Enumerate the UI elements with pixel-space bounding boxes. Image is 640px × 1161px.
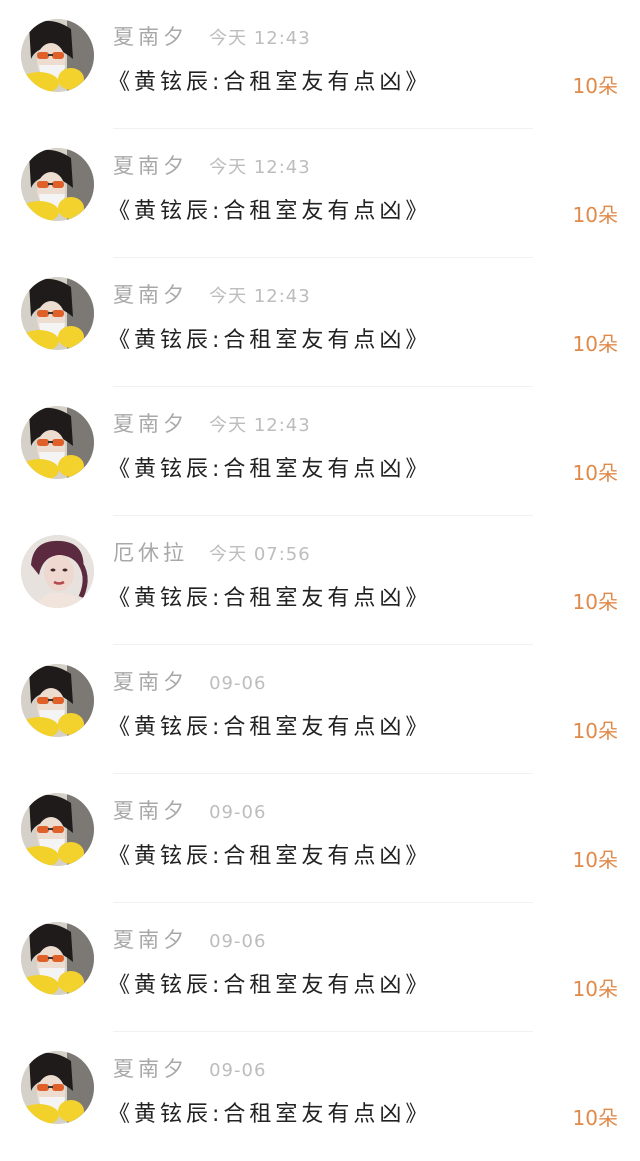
username[interactable]: 夏南夕 [113, 21, 188, 51]
avatar[interactable] [21, 19, 94, 92]
comment-meta: 夏南夕 09-06 [113, 1053, 266, 1083]
comment-list: 夏南夕 今天 12:43 《黄铉辰:合租室友有点凶》 10朵 夏南夕 今天 12… [0, 0, 640, 1149]
woman-portrait-avatar [21, 535, 94, 608]
flower-count: 10朵 [572, 74, 618, 98]
comment-text: 《黄铉辰:合租室友有点凶》 [108, 973, 432, 998]
username[interactable]: 夏南夕 [113, 666, 188, 696]
flower-count: 10朵 [572, 332, 618, 356]
comment-text: 《黄铉辰:合租室友有点凶》 [108, 844, 432, 869]
avatar[interactable] [21, 922, 94, 995]
comment-text: 《黄铉辰:合租室友有点凶》 [108, 328, 432, 353]
comment-item[interactable]: 夏南夕 今天 12:43 《黄铉辰:合租室友有点凶》 10朵 [0, 0, 640, 129]
comment-meta: 夏南夕 今天 12:43 [113, 150, 311, 180]
comment-text: 《黄铉辰:合租室友有点凶》 [108, 199, 432, 224]
comment-meta: 夏南夕 今天 12:43 [113, 21, 311, 51]
username[interactable]: 夏南夕 [113, 279, 188, 309]
woman-sunglasses-lemons-avatar [21, 19, 94, 92]
comment-meta: 夏南夕 09-06 [113, 795, 266, 825]
comment-text: 《黄铉辰:合租室友有点凶》 [108, 70, 432, 95]
username[interactable]: 厄休拉 [113, 537, 188, 567]
timestamp: 今天 12:43 [209, 28, 311, 49]
woman-sunglasses-lemons-avatar [21, 664, 94, 737]
woman-sunglasses-lemons-avatar [21, 1051, 94, 1124]
flower-count: 10朵 [572, 461, 618, 485]
comment-meta: 夏南夕 今天 12:43 [113, 408, 311, 438]
comment-text: 《黄铉辰:合租室友有点凶》 [108, 1102, 432, 1127]
timestamp: 今天 12:43 [209, 157, 311, 178]
flower-count: 10朵 [572, 719, 618, 743]
timestamp: 09-06 [209, 673, 267, 694]
avatar[interactable] [21, 277, 94, 350]
timestamp: 今天 12:43 [209, 286, 311, 307]
flower-count: 10朵 [572, 848, 618, 872]
timestamp: 09-06 [209, 802, 267, 823]
comment-item[interactable]: 夏南夕 09-06 《黄铉辰:合租室友有点凶》 10朵 [0, 1032, 640, 1161]
comment-meta: 夏南夕 09-06 [113, 666, 266, 696]
woman-sunglasses-lemons-avatar [21, 922, 94, 995]
avatar[interactable] [21, 664, 94, 737]
comment-text: 《黄铉辰:合租室友有点凶》 [108, 457, 432, 482]
woman-sunglasses-lemons-avatar [21, 277, 94, 350]
flower-count: 10朵 [572, 203, 618, 227]
comment-item[interactable]: 夏南夕 09-06 《黄铉辰:合租室友有点凶》 10朵 [0, 903, 640, 1032]
comment-meta: 夏南夕 今天 12:43 [113, 279, 311, 309]
woman-sunglasses-lemons-avatar [21, 148, 94, 221]
timestamp: 今天 07:56 [209, 544, 311, 565]
comment-meta: 厄休拉 今天 07:56 [113, 537, 311, 567]
avatar[interactable] [21, 1051, 94, 1124]
woman-sunglasses-lemons-avatar [21, 793, 94, 866]
comment-item[interactable]: 夏南夕 今天 12:43 《黄铉辰:合租室友有点凶》 10朵 [0, 258, 640, 387]
comment-item[interactable]: 厄休拉 今天 07:56 《黄铉辰:合租室友有点凶》 10朵 [0, 516, 640, 645]
comment-text: 《黄铉辰:合租室友有点凶》 [108, 586, 432, 611]
avatar[interactable] [21, 148, 94, 221]
comment-item[interactable]: 夏南夕 09-06 《黄铉辰:合租室友有点凶》 10朵 [0, 774, 640, 903]
woman-sunglasses-lemons-avatar [21, 406, 94, 479]
comment-item[interactable]: 夏南夕 今天 12:43 《黄铉辰:合租室友有点凶》 10朵 [0, 387, 640, 516]
avatar[interactable] [21, 406, 94, 479]
username[interactable]: 夏南夕 [113, 924, 188, 954]
username[interactable]: 夏南夕 [113, 408, 188, 438]
timestamp: 09-06 [209, 931, 267, 952]
comment-meta: 夏南夕 09-06 [113, 924, 266, 954]
comment-item[interactable]: 夏南夕 09-06 《黄铉辰:合租室友有点凶》 10朵 [0, 645, 640, 774]
username[interactable]: 夏南夕 [113, 1053, 188, 1083]
flower-count: 10朵 [572, 977, 618, 1001]
comment-text: 《黄铉辰:合租室友有点凶》 [108, 715, 432, 740]
username[interactable]: 夏南夕 [113, 150, 188, 180]
username[interactable]: 夏南夕 [113, 795, 188, 825]
timestamp: 09-06 [209, 1060, 267, 1081]
avatar[interactable] [21, 535, 94, 608]
flower-count: 10朵 [572, 1106, 618, 1130]
avatar[interactable] [21, 793, 94, 866]
timestamp: 今天 12:43 [209, 415, 311, 436]
flower-count: 10朵 [572, 590, 618, 614]
comment-item[interactable]: 夏南夕 今天 12:43 《黄铉辰:合租室友有点凶》 10朵 [0, 129, 640, 258]
